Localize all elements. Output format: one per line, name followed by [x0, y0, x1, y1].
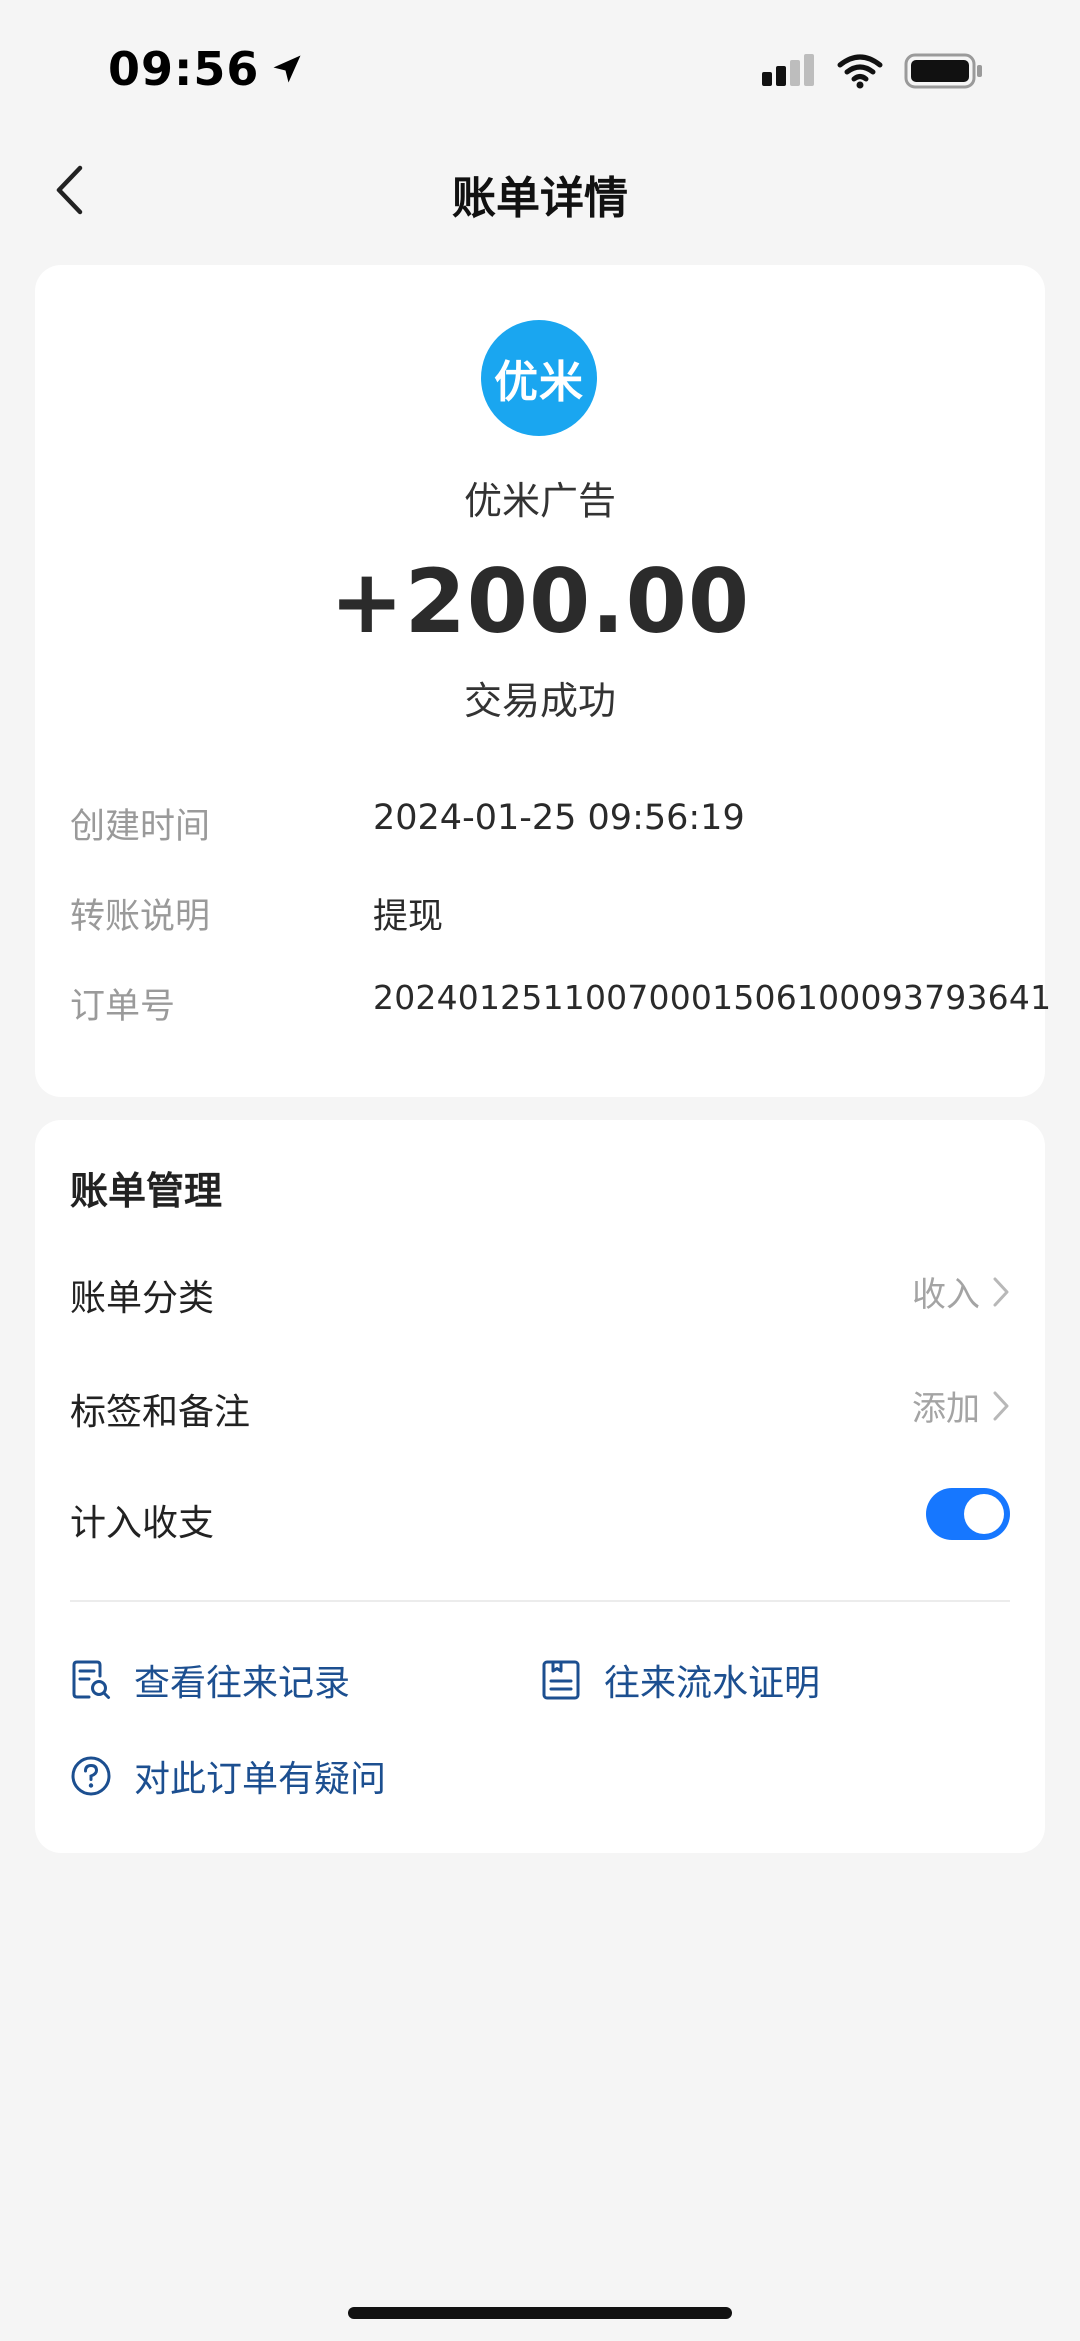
action-label: 对此订单有疑问	[134, 1759, 387, 1800]
question-circle-icon	[71, 1756, 111, 1796]
location-arrow-icon	[273, 55, 301, 83]
divider	[70, 1600, 1010, 1602]
section-title: 账单管理	[70, 1169, 223, 1213]
status-time: 09:56	[108, 42, 305, 96]
transaction-proof-link[interactable]: 往来流水证明	[540, 1654, 820, 1706]
category-value: 收入	[912, 1275, 980, 1315]
detail-row-transfer-note: 转账说明 提现	[70, 888, 1030, 938]
setting-label: 计入收支	[70, 1503, 215, 1544]
detail-value: 提现	[373, 897, 444, 937]
cellular-signal-icon	[762, 54, 814, 86]
setting-label: 账单分类	[70, 1278, 215, 1319]
transaction-card: 优米 优米广告 +200.00 交易成功 创建时间 2024-01-25 09:…	[35, 265, 1051, 1097]
navigation-bar: 账单详情	[0, 150, 1080, 230]
tags-notes-row[interactable]: 标签和备注 添加	[70, 1375, 1010, 1435]
toggle-knob	[964, 1494, 1004, 1534]
order-number-value[interactable]: 2024012511007000150610009379364​1	[373, 978, 1051, 1017]
order-question-link[interactable]: 对此订单有疑问	[70, 1750, 386, 1802]
bill-management-card: 账单管理 账单分类 收入 标签和备注 添加 计入收支 查看往来记录 往来流水证明…	[35, 1120, 1045, 1853]
tags-value: 添加	[912, 1389, 980, 1429]
detail-label: 创建时间	[70, 807, 211, 847]
chevron-right-icon	[993, 1277, 1009, 1306]
detail-row-created-time: 创建时间 2024-01-25 09:56:19	[70, 798, 1030, 848]
merchant-name: 优米广告	[463, 479, 616, 523]
setting-value: 添加	[912, 1381, 1010, 1430]
status-icons	[760, 52, 984, 90]
transaction-amount: +200.00	[329, 550, 751, 653]
detail-label: 订单号	[70, 987, 176, 1027]
include-toggle[interactable]	[926, 1488, 1010, 1540]
bill-category-row[interactable]: 账单分类 收入	[70, 1261, 1010, 1321]
time-text: 09:56	[108, 42, 260, 96]
status-bar: 09:56	[0, 0, 1080, 150]
page-title: 账单详情	[452, 173, 628, 224]
detail-label: 转账说明	[70, 897, 211, 937]
include-in-balance-row: 计入收支	[70, 1486, 1010, 1546]
detail-value: 2024-01-25 09:56:19	[373, 798, 745, 838]
wifi-icon	[837, 54, 883, 89]
merchant-logo: 优米	[481, 320, 597, 436]
action-label: 查看往来记录	[134, 1663, 351, 1704]
view-records-link[interactable]: 查看往来记录	[70, 1654, 350, 1706]
setting-label: 标签和备注	[70, 1392, 251, 1433]
document-icon	[542, 1660, 580, 1700]
action-label: 往来流水证明	[604, 1663, 821, 1704]
transaction-status: 交易成功	[463, 679, 616, 723]
setting-value: 收入	[912, 1267, 1010, 1316]
battery-icon	[904, 53, 982, 89]
chevron-right-icon	[993, 1391, 1009, 1420]
record-search-icon	[72, 1660, 110, 1699]
home-indicator[interactable]	[348, 2307, 732, 2319]
detail-row-order-number: 订单号 2024012511007000150610009379364​1	[70, 978, 1051, 1028]
